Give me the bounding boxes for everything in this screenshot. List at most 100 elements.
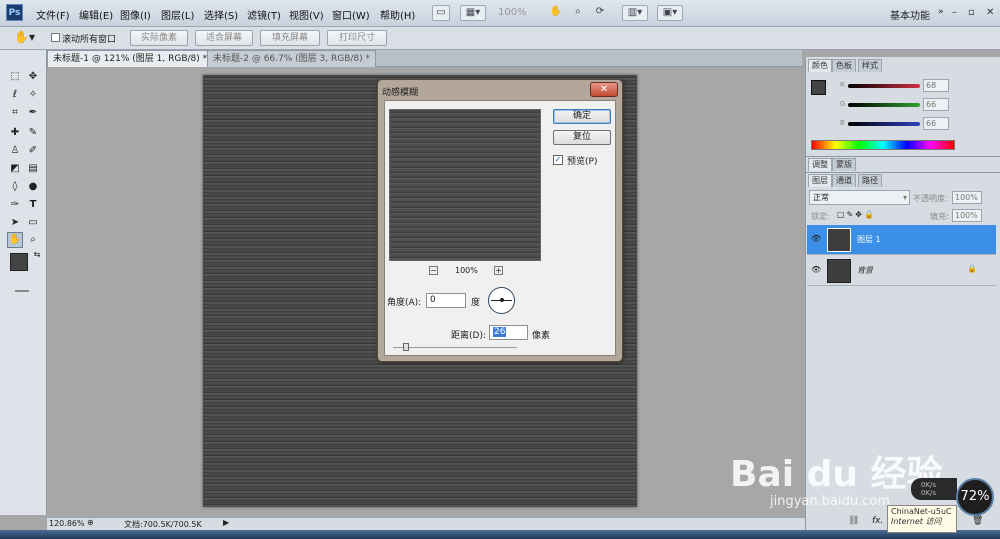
actual-pixels-button[interactable]: 实际像素 xyxy=(130,30,188,46)
menubar-zoom[interactable]: 100% xyxy=(498,7,527,18)
preview-checkbox[interactable]: ✓ xyxy=(553,155,563,165)
marquee-tool-icon[interactable]: ⬚ xyxy=(8,70,22,84)
gradient-tool-icon[interactable]: ▤ xyxy=(26,162,40,176)
status-bar: 120.86% ⊕ 文档:700.5K/700.5K ▶ xyxy=(47,517,805,530)
tab-adjustments[interactable]: 调整 xyxy=(808,158,832,171)
distance-slider-thumb[interactable] xyxy=(403,343,409,351)
status-icon[interactable]: ⊕ xyxy=(87,518,94,527)
path-selection-icon[interactable]: ➤ xyxy=(8,216,22,230)
lock-icons[interactable]: ▢✎✥🔒 xyxy=(837,210,876,219)
menu-filter[interactable]: 滤镜(T) xyxy=(247,7,281,22)
r-value[interactable]: 68 xyxy=(923,79,949,92)
tab-document-2[interactable]: 未标题-2 @ 66.7% (图层 3, RGB/8) * xyxy=(207,50,376,67)
reset-button[interactable]: 复位 xyxy=(553,130,611,145)
tab-channels[interactable]: 通道 xyxy=(832,174,856,187)
minimize-icon[interactable]: – xyxy=(952,7,957,18)
menu-edit[interactable]: 编辑(E) xyxy=(79,7,113,22)
g-value[interactable]: 66 xyxy=(923,98,949,111)
fill-value[interactable]: 100% xyxy=(952,209,982,222)
eye-icon[interactable]: 👁 xyxy=(811,234,821,243)
menu-window[interactable]: 窗口(W) xyxy=(332,7,370,22)
clone-stamp-icon[interactable]: ♙ xyxy=(8,144,22,158)
eraser-icon[interactable]: ◩ xyxy=(8,162,22,176)
fx-icon[interactable]: fx. xyxy=(872,516,883,526)
zoom-icon[interactable]: ⌕ xyxy=(569,5,587,21)
quick-mask-icon[interactable] xyxy=(15,290,29,292)
screen-mode-icon[interactable]: ▣▾ xyxy=(657,5,683,21)
close-icon[interactable]: ✕ xyxy=(986,7,994,18)
tab-document-1[interactable]: 未标题-1 @ 121% (图层 1, RGB/8) * xyxy=(47,50,214,67)
motion-blur-dialog: 动感模糊 ✕ 确定 复位 ✓ 预览(P) − 100% + 角度(A): 0 度… xyxy=(377,79,623,362)
link-layers-icon[interactable]: ⛓ xyxy=(848,516,859,526)
status-zoom[interactable]: 120.86% xyxy=(49,519,85,528)
blur-tool-icon[interactable]: ◊ xyxy=(8,180,22,194)
restore-icon[interactable]: ▫ xyxy=(968,7,975,18)
brush-tool-icon[interactable]: ✎ xyxy=(26,126,40,140)
distance-input[interactable]: 26 xyxy=(489,325,528,340)
b-value[interactable]: 66 xyxy=(923,117,949,130)
menu-select[interactable]: 选择(S) xyxy=(204,7,238,22)
hand-tool-icon[interactable]: ✋▾ xyxy=(14,30,35,44)
r-slider[interactable] xyxy=(848,84,920,88)
rotate-view-icon[interactable]: ⟳ xyxy=(591,5,609,21)
zoom-out-button[interactable]: − xyxy=(429,266,438,275)
menu-image[interactable]: 图像(I) xyxy=(120,7,151,22)
print-size-button[interactable]: 打印尺寸 xyxy=(327,30,387,46)
network-meter: 0K/s 0K/s xyxy=(911,478,957,500)
menu-help[interactable]: 帮助(H) xyxy=(380,7,415,22)
fill-screen-button[interactable]: 填充屏幕 xyxy=(260,30,320,46)
document-tab-bar: 未标题-1 @ 121% (图层 1, RGB/8) * 未标题-2 @ 66.… xyxy=(47,50,802,67)
lasso-tool-icon[interactable]: ℓ xyxy=(8,88,22,102)
workspace-switcher[interactable]: 基本功能 xyxy=(890,7,930,22)
angle-input[interactable]: 0 xyxy=(426,293,466,308)
zoom-in-button[interactable]: + xyxy=(494,266,503,275)
history-brush-icon[interactable]: ✐ xyxy=(26,144,40,158)
color-spectrum-bar[interactable] xyxy=(811,140,955,150)
tab-layers[interactable]: 图层 xyxy=(808,174,832,187)
blend-mode-select[interactable]: 正常 ▾ xyxy=(809,190,910,205)
menu-layer[interactable]: 图层(L) xyxy=(161,7,194,22)
move-tool-icon[interactable]: ✥ xyxy=(26,70,40,84)
hand-icon[interactable]: ✋ xyxy=(547,5,565,21)
angle-dial[interactable] xyxy=(488,287,515,314)
menu-view[interactable]: 视图(V) xyxy=(289,7,324,22)
dialog-close-icon[interactable]: ✕ xyxy=(590,82,618,97)
delete-layer-icon[interactable]: 🗑 xyxy=(972,516,983,526)
g-slider[interactable] xyxy=(848,103,920,107)
foreground-color-swatch[interactable] xyxy=(10,253,28,271)
tab-swatches[interactable]: 色板 xyxy=(832,59,856,72)
menu-file[interactable]: 文件(F) xyxy=(36,7,70,22)
fit-screen-button[interactable]: 适合屏幕 xyxy=(195,30,253,46)
eye-icon[interactable]: 👁 xyxy=(811,265,821,274)
pen-tool-icon[interactable]: ✑ xyxy=(8,198,22,212)
crop-tool-icon[interactable]: ⌗ xyxy=(8,106,22,120)
eyedropper-icon[interactable]: ✒ xyxy=(26,106,40,120)
tab-paths[interactable]: 路径 xyxy=(858,174,882,187)
distance-slider-track[interactable] xyxy=(393,347,517,348)
view-extras-icon[interactable]: ▦▾ xyxy=(460,5,486,21)
status-arrow-icon[interactable]: ▶ xyxy=(223,518,229,527)
tab-styles[interactable]: 样式 xyxy=(858,59,882,72)
type-tool-icon[interactable]: T xyxy=(26,198,40,212)
zoom-tool-icon[interactable]: ⌕ xyxy=(26,233,40,247)
tab-color[interactable]: 颜色 xyxy=(808,59,832,72)
tab-masks[interactable]: 蒙版 xyxy=(832,158,856,171)
dodge-tool-icon[interactable]: ● xyxy=(26,180,40,194)
opacity-value[interactable]: 100% xyxy=(952,191,982,204)
hand-tool-active-icon[interactable]: ✋ xyxy=(7,232,23,248)
scroll-all-checkbox[interactable] xyxy=(51,33,60,42)
swap-colors-icon[interactable]: ⇆ xyxy=(30,248,44,262)
shape-tool-icon[interactable]: ▭ xyxy=(26,216,40,230)
ok-button[interactable]: 确定 xyxy=(553,109,611,124)
arrange-documents-icon[interactable]: ▥▾ xyxy=(622,5,648,21)
color-foreground-swatch[interactable] xyxy=(811,80,826,95)
b-slider[interactable] xyxy=(848,122,920,126)
healing-brush-icon[interactable]: ✚ xyxy=(8,126,22,140)
layer-row-1[interactable]: 👁 图层 1 xyxy=(807,225,996,255)
workspace-dropdown-icon[interactable]: » xyxy=(938,7,944,17)
layer-row-2[interactable]: 👁 背景 🔒 xyxy=(807,256,996,286)
magic-wand-icon[interactable]: ✧ xyxy=(26,88,40,102)
blur-preview[interactable] xyxy=(389,109,541,261)
bridge-icon[interactable]: ▭ xyxy=(432,5,450,21)
network-gauge[interactable]: 72% xyxy=(956,478,994,516)
